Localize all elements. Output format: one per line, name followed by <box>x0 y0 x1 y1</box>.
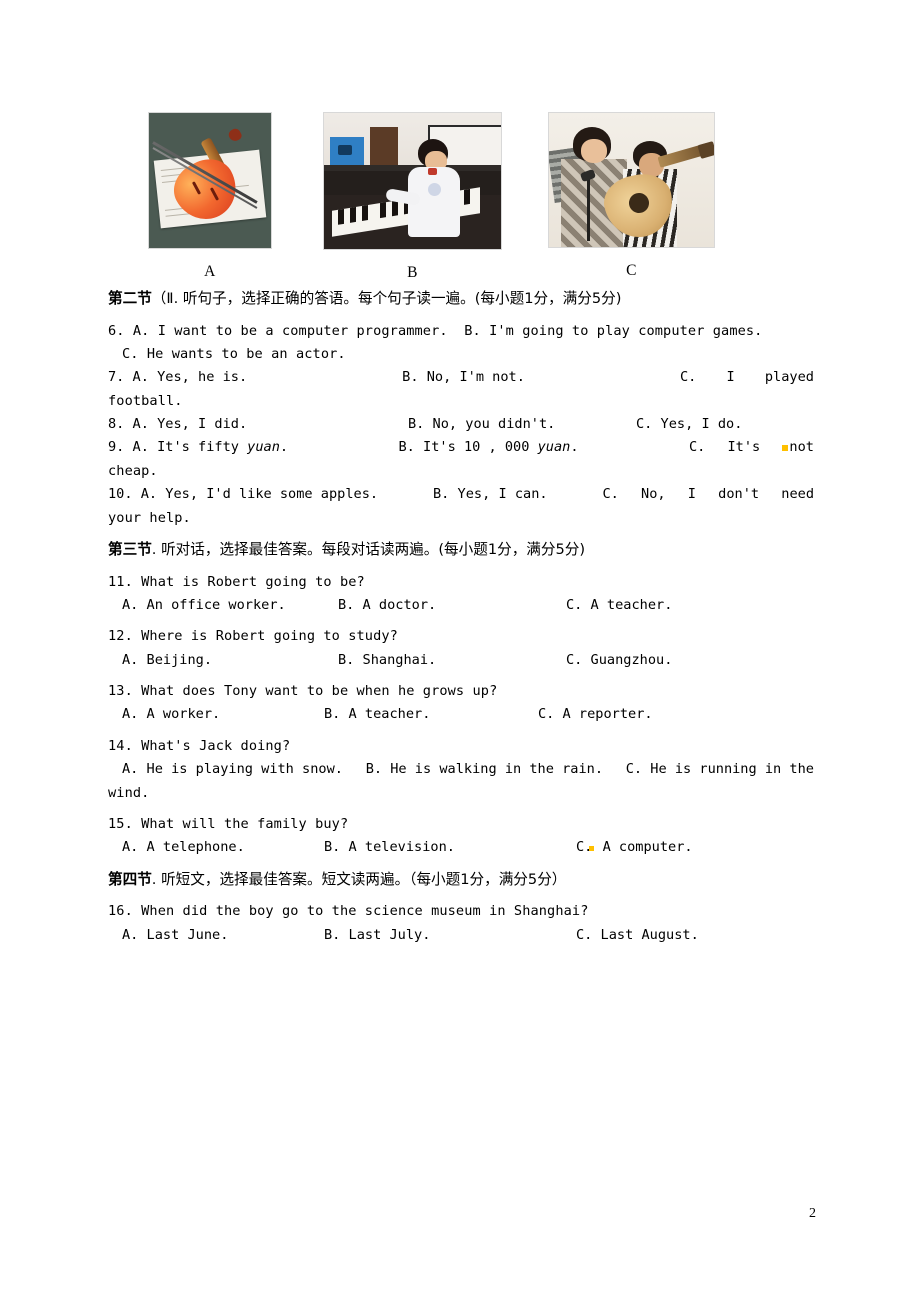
question-9-option-b: B. It's 10 , 000 yuan. <box>398 436 578 459</box>
question-14-option-b: B. He is walking in the rain. <box>365 761 604 778</box>
question-9-option-a-post: . <box>279 439 289 456</box>
question-9-option-b-yuan: yuan <box>537 439 571 456</box>
question-16-option-b: B. Last July. <box>324 926 431 943</box>
question-6-option-a: 6. A. I want to be a computer programmer… <box>108 322 448 339</box>
question-body: 第二节（Ⅱ. 听句子，选择正确的答语。每个句子读一遍。(每小题1分，满分5分) … <box>108 288 814 947</box>
exam-paper-page: A B C 第二节（Ⅱ. 听句子，选择正确的答语。每个句子读一遍。(每小题1分，… <box>0 0 920 1302</box>
question-10-option-c: C. No, I don't need <box>602 486 815 503</box>
question-8-option-b: B. No, you didn't. <box>408 416 556 433</box>
question-13-stem: 13. What does Tony want to be when he gr… <box>108 683 498 700</box>
question-15-stem: 15. What will the family buy? <box>108 815 349 832</box>
question-13-options: A. A worker. B. A teacher. C. A reporter… <box>108 703 814 726</box>
question-15-option-c-text: A computer. <box>602 839 693 856</box>
question-13-option-c: C. A reporter. <box>538 706 653 723</box>
question-12-option-b: B. Shanghai. <box>338 651 437 668</box>
question-16-options: A. Last June. B. Last July. C. Last Augu… <box>108 924 814 947</box>
question-15-option-a: A. A telephone. <box>122 839 245 856</box>
question-15-option-b: B. A television. <box>324 839 455 856</box>
figure-c: C <box>548 112 715 280</box>
figure-b-label: B <box>407 264 418 281</box>
question-7-option-c: C. I played <box>680 366 814 389</box>
boy-collar <box>428 168 437 175</box>
question-10-option-a: 10. A. Yes, I'd like some apples. <box>108 486 379 503</box>
question-15-option-c: C. A computer. <box>576 836 693 859</box>
question-9-continuation: cheap. <box>108 462 158 479</box>
question-13-option-b: B. A teacher. <box>324 706 431 723</box>
question-9-option-c: C. It's not <box>689 436 814 459</box>
question-14-option-c: C. He is running in the <box>625 761 814 778</box>
question-9-option-a-pre: 9. A. It's fifty <box>108 439 248 456</box>
question-14-continuation: wind. <box>108 784 150 801</box>
section-heading-second-detail: （Ⅱ. 听句子，选择正确的答语。每个句子读一遍。(每小题1分，满分5分) <box>151 290 622 307</box>
question-10-options: 10. A. Yes, I'd like some apples. B. Yes… <box>108 483 814 506</box>
question-6-option-c: C. He wants to be an actor. <box>122 345 346 362</box>
guitar-photo <box>548 112 715 248</box>
highlight-mark <box>782 445 789 452</box>
question-16-option-c: C. Last August. <box>576 926 699 943</box>
question-11-options: A. An office worker. B. A doctor. C. A t… <box>108 594 814 617</box>
question-9-option-b-post: . <box>570 439 579 456</box>
section-heading-second-label: 第二节 <box>108 290 152 307</box>
question-15-options: A. A telephone. B. A television. C. A co… <box>108 836 814 859</box>
question-9-option-a-yuan: yuan <box>247 439 280 456</box>
question-7-option-c-letter: C. <box>679 369 697 386</box>
piano-photo <box>323 112 502 250</box>
question-7-option-b: B. No, I'm not. <box>402 369 525 386</box>
question-16-stem: 16. When did the boy go to the science m… <box>108 903 589 920</box>
question-6-option-b: B. I'm going to play computer games. <box>464 322 763 339</box>
question-10-continuation: your help. <box>108 509 191 526</box>
question-16-option-a: A. Last June. <box>122 926 229 943</box>
question-7-option-a: 7. A. Yes, he is. <box>108 369 248 386</box>
question-9-option-a: 9. A. It's fifty yuan. <box>108 436 288 459</box>
section-heading-second: 第二节（Ⅱ. 听句子，选择正确的答语。每个句子读一遍。(每小题1分，满分5分) <box>108 288 814 311</box>
section-heading-fourth: 第四节. 听短文，选择最佳答案。短文读两遍。（每小题1分，满分5分） <box>108 869 814 892</box>
question-12-options: A. Beijing. B. Shanghai. C. Guangzhou. <box>108 649 814 672</box>
figure-a: A <box>148 112 272 281</box>
figure-row: A B C <box>0 112 920 287</box>
boy-jacket-badge <box>428 183 441 196</box>
question-12-option-a: A. Beijing. <box>122 651 213 668</box>
question-12-option-c: C. Guangzhou. <box>566 651 673 668</box>
section-heading-third: 第三节. 听对话，选择最佳答案。每段对话读两遍。(每小题1分，满分5分) <box>108 539 814 562</box>
figure-b: B <box>323 112 502 282</box>
question-11-stem: 11. What is Robert going to be? <box>108 573 365 590</box>
question-14-options: A. He is playing with snow. B. He is wal… <box>108 758 814 781</box>
section-heading-fourth-detail: . 听短文，选择最佳答案。短文读两遍。（每小题1分，满分5分） <box>151 870 567 888</box>
section-heading-third-label: 第三节 <box>108 540 152 558</box>
question-11-option-a: A. An office worker. <box>122 596 286 613</box>
adult-face <box>581 139 607 163</box>
section-heading-third-detail: . 听对话，选择最佳答案。每段对话读两遍。(每小题1分，满分5分) <box>151 540 586 558</box>
question-12-stem: 12. Where is Robert going to study? <box>108 628 398 645</box>
page-number: 2 <box>809 1206 816 1221</box>
figure-c-label: C <box>626 262 637 279</box>
question-7-options: 7. A. Yes, he is. B. No, I'm not. C. I p… <box>108 366 814 389</box>
question-11-option-b: B. A doctor. <box>338 596 437 613</box>
question-6-line1: 6. A. I want to be a computer programmer… <box>108 320 814 343</box>
question-14-stem: 14. What's Jack doing? <box>108 737 291 754</box>
violin-scroll <box>226 126 244 144</box>
question-8-options: 8. A. Yes, I did. B. No, you didn't. C. … <box>108 413 814 436</box>
violin-photo <box>148 112 272 249</box>
question-14-option-a: A. He is playing with snow. <box>122 761 343 778</box>
question-8-option-c: C. Yes, I do. <box>636 416 743 433</box>
figure-a-label: A <box>204 263 216 280</box>
monitor <box>330 137 364 167</box>
question-7-continuation: football. <box>108 392 183 409</box>
question-7-option-c-text: I played <box>726 369 814 386</box>
mic-stand <box>587 175 590 241</box>
question-9-option-c-text: not <box>789 439 814 456</box>
question-9-option-b-pre: B. It's 10 , 000 <box>398 439 538 456</box>
section-heading-fourth-label: 第四节 <box>108 870 152 888</box>
question-9-option-c-letter: C. It's <box>688 439 761 456</box>
question-13-option-a: A. A worker. <box>122 706 221 723</box>
question-10-option-b: B. Yes, I can. <box>433 486 548 503</box>
question-9-options: 9. A. It's fifty yuan. B. It's 10 , 000 … <box>108 436 814 459</box>
highlight-mark <box>589 846 595 852</box>
question-8-option-a: 8. A. Yes, I did. <box>108 416 248 433</box>
cabinet <box>370 127 398 167</box>
question-11-option-c: C. A teacher. <box>566 596 673 613</box>
